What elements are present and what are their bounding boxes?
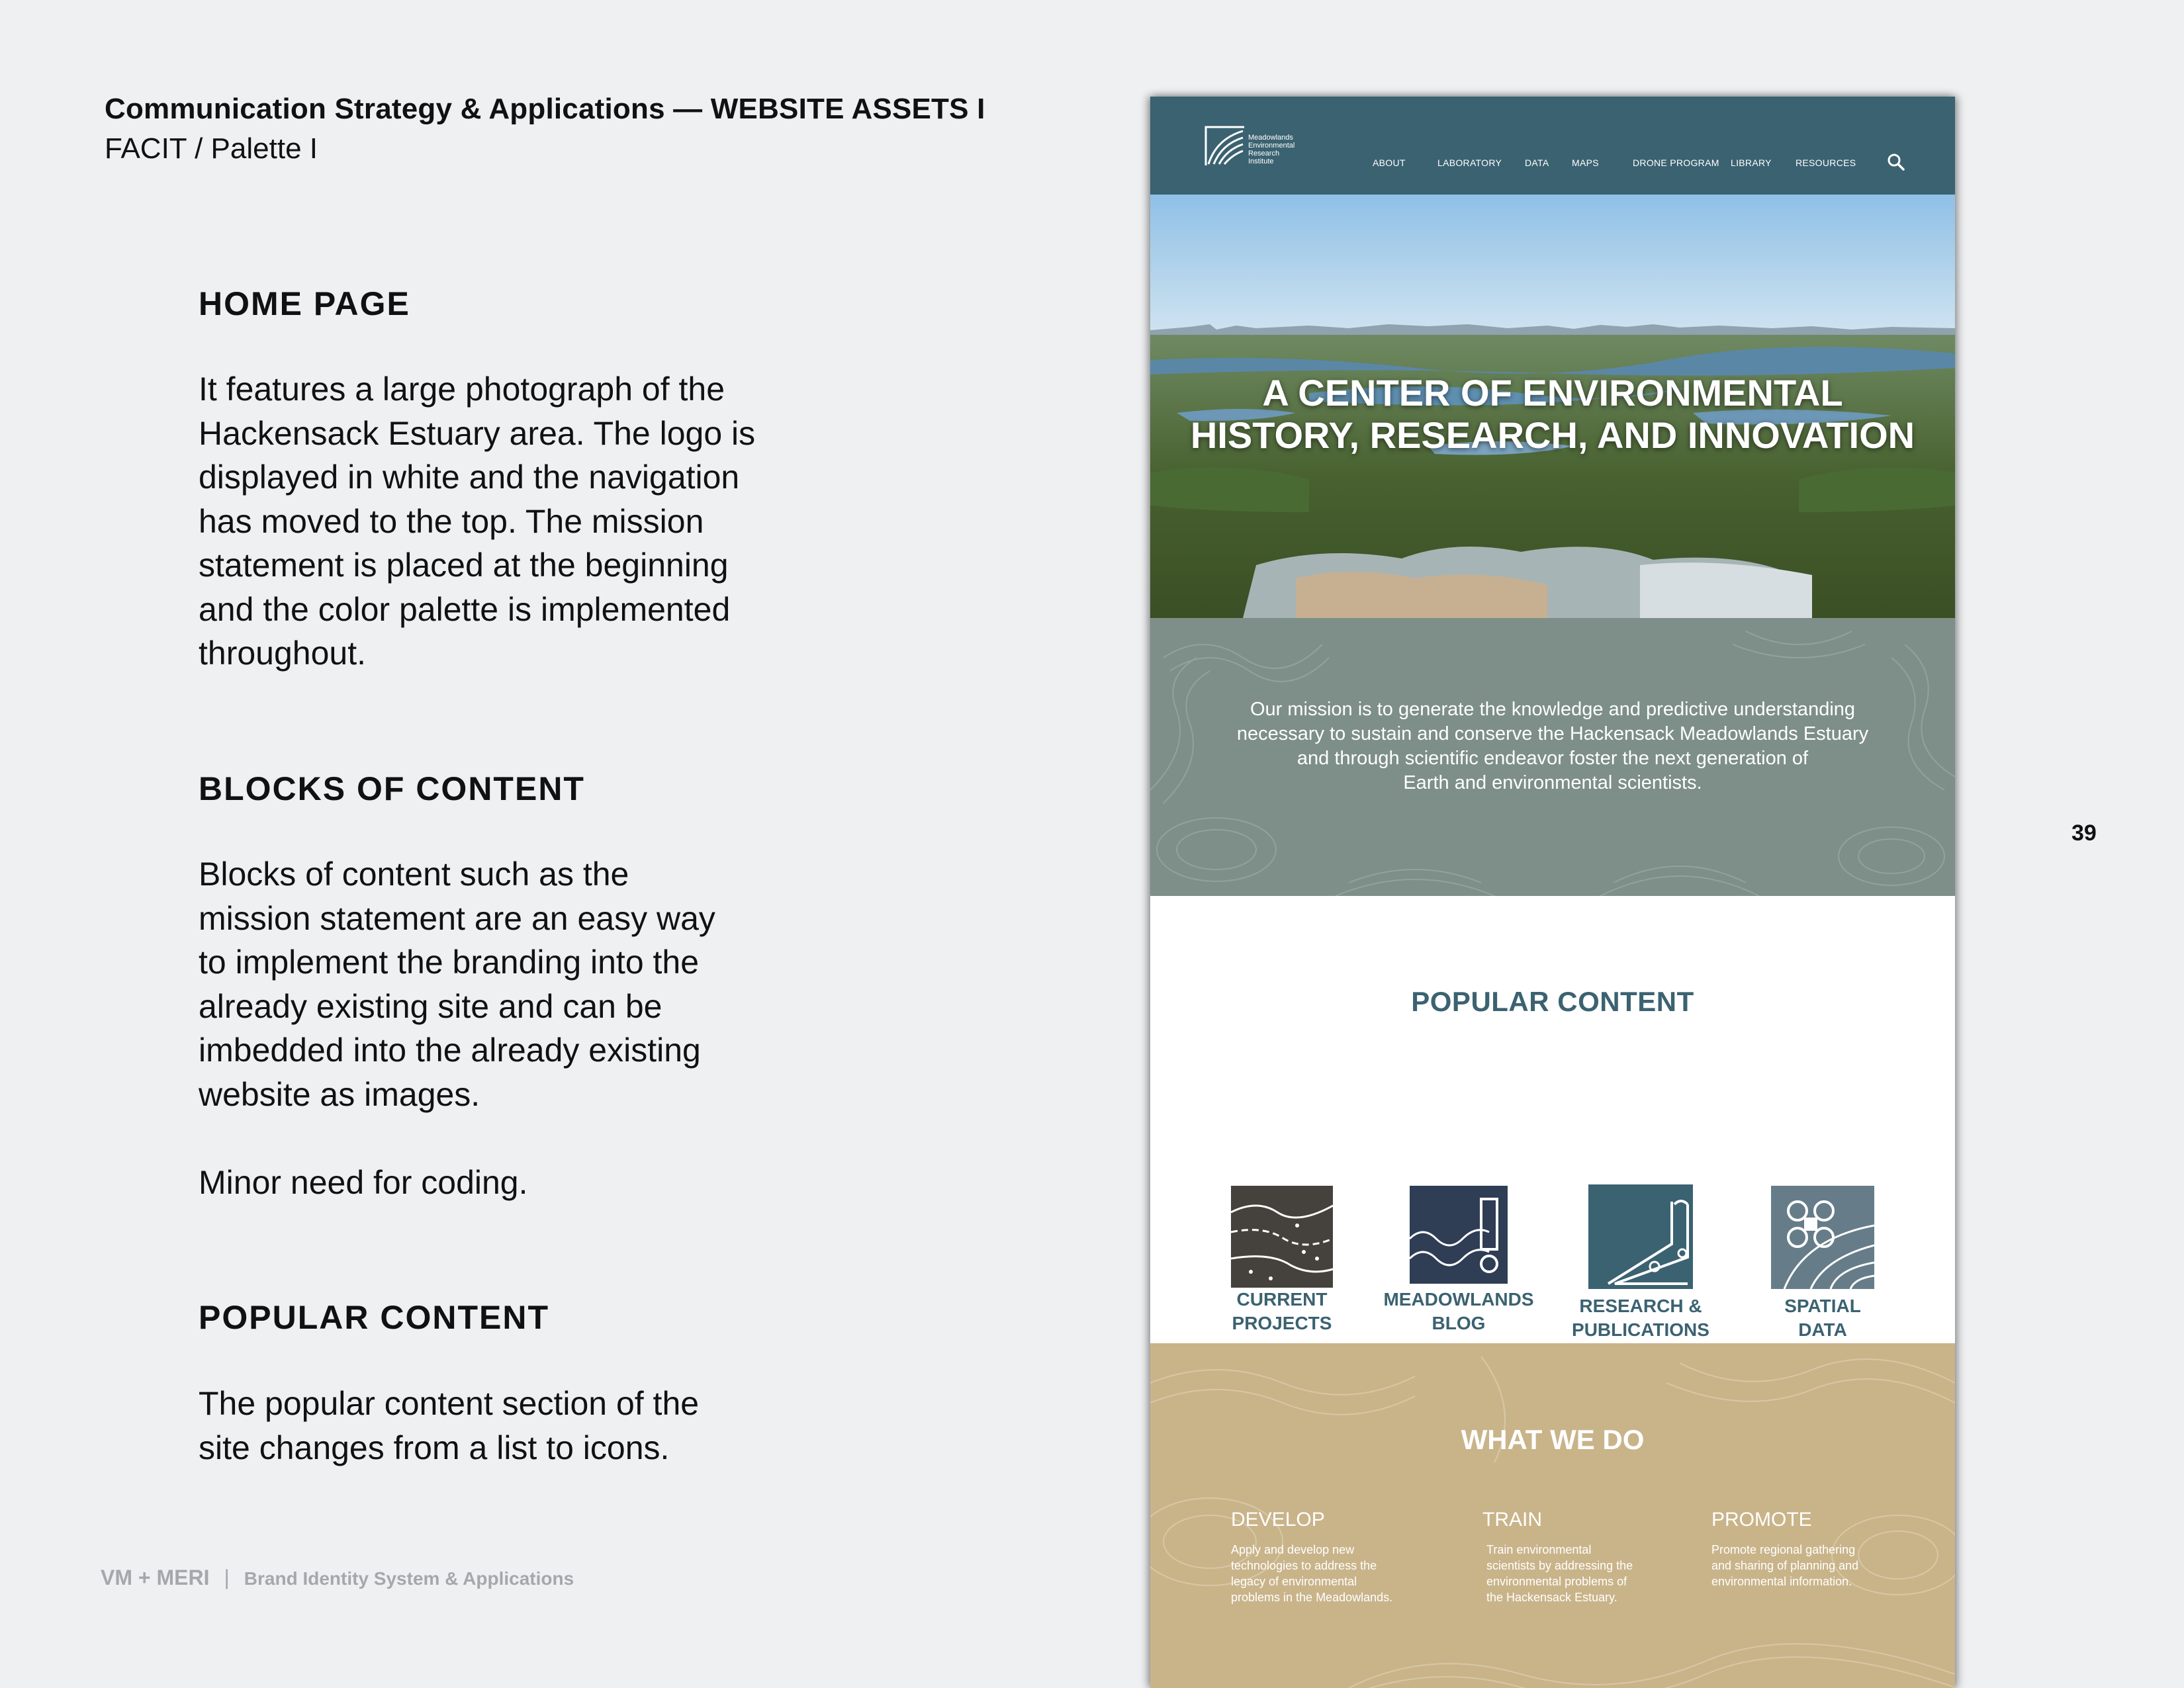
research-publications-icon (1588, 1184, 1693, 1289)
popular-content-title: POPULAR CONTENT (1411, 986, 1694, 1017)
hero-banner: A CENTER OF ENVIRONMENTAL HISTORY, RESEA… (1150, 195, 1955, 618)
slide-subtitle: FACIT / Palette I (105, 132, 318, 165)
nav-library[interactable]: LIBRARY (1731, 157, 1772, 168)
spatial-data-icon (1771, 1186, 1875, 1290)
develop-heading: DEVELOP (1231, 1509, 1325, 1531)
section-heading-home: HOME PAGE (199, 285, 410, 322)
train-heading: TRAIN (1482, 1509, 1542, 1531)
tile-meadowlands-blog-label[interactable]: MEADOWLANDS BLOG (1373, 1288, 1545, 1335)
nav-drone-program[interactable]: DRONE PROGRAM (1633, 157, 1719, 168)
mission-block: Our mission is to generate the knowledge… (1150, 618, 1955, 896)
nav-resources[interactable]: RESOURCES (1796, 157, 1856, 168)
tile-research-publications-label[interactable]: RESEARCH & PUBLICATIONS (1555, 1294, 1727, 1342)
website-mockup: Meadowlands Environmental Research Insti… (1150, 97, 1955, 1688)
page-number: 39 (2071, 821, 2097, 846)
section-heading-blocks: BLOCKS OF CONTENT (199, 770, 585, 807)
current-projects-icon (1230, 1186, 1334, 1288)
tile-current-projects-label[interactable]: CURRENT PROJECTS (1196, 1288, 1368, 1335)
promote-text: Promote regional gathering and sharing o… (1711, 1543, 1859, 1588)
hero-headline: A CENTER OF ENVIRONMENTAL HISTORY, RESEA… (1190, 372, 1915, 456)
mission-statement: Our mission is to generate the knowledge… (1236, 699, 1869, 793)
blocks-note: Minor need for coding. (199, 1164, 528, 1201)
footer-label: Brand Identity System & Applications (244, 1568, 574, 1589)
meadowlands-blog-icon (1408, 1186, 1508, 1284)
tile-meadowlands-blog[interactable] (1408, 1186, 1508, 1287)
meri-logo-icon[interactable] (1205, 126, 1246, 167)
tile-current-projects[interactable] (1230, 1186, 1334, 1291)
logo-wordmark[interactable]: Meadowlands Environmental Research Insti… (1248, 134, 1321, 165)
nav-maps[interactable]: MAPS (1572, 157, 1599, 168)
tile-spatial-data[interactable] (1771, 1186, 1875, 1292)
nav-laboratory[interactable]: LABORATORY (1437, 157, 1502, 168)
popular-content-section: POPULAR CONTENT CURRENT PROJECTS MEADOWL… (1150, 896, 1955, 1343)
nav-data[interactable]: DATA (1525, 157, 1549, 168)
tile-spatial-data-label[interactable]: SPATIAL DATA (1737, 1294, 1909, 1342)
blocks-description: Blocks of content such as the mission st… (199, 856, 715, 1113)
footer: VM + MERI | Brand Identity System & Applic… (101, 1566, 574, 1590)
what-we-do-section: WHAT WE DO DEVELOP Apply and develop new… (1150, 1343, 1955, 1688)
search-icon[interactable] (1886, 152, 1906, 172)
home-description: It features a large photograph of the Ha… (199, 371, 756, 672)
tile-research-publications[interactable] (1588, 1184, 1693, 1292)
develop-text: Apply and develop new technologies to ad… (1231, 1543, 1393, 1604)
train-text: Train environmental scientists by addres… (1486, 1543, 1633, 1604)
section-heading-popular: POPULAR CONTENT (199, 1299, 549, 1336)
what-we-do-title: WHAT WE DO (1461, 1424, 1645, 1455)
promote-heading: PROMOTE (1711, 1509, 1812, 1531)
nav-about[interactable]: ABOUT (1373, 157, 1406, 168)
slide-title: Communication Strategy & Applications — … (105, 93, 985, 125)
site-navbar: Meadowlands Environmental Research Insti… (1150, 97, 1955, 195)
footer-separator: | (224, 1566, 230, 1589)
popular-description: The popular content section of the site … (199, 1385, 700, 1466)
footer-brand: VM + MERI (101, 1566, 210, 1589)
